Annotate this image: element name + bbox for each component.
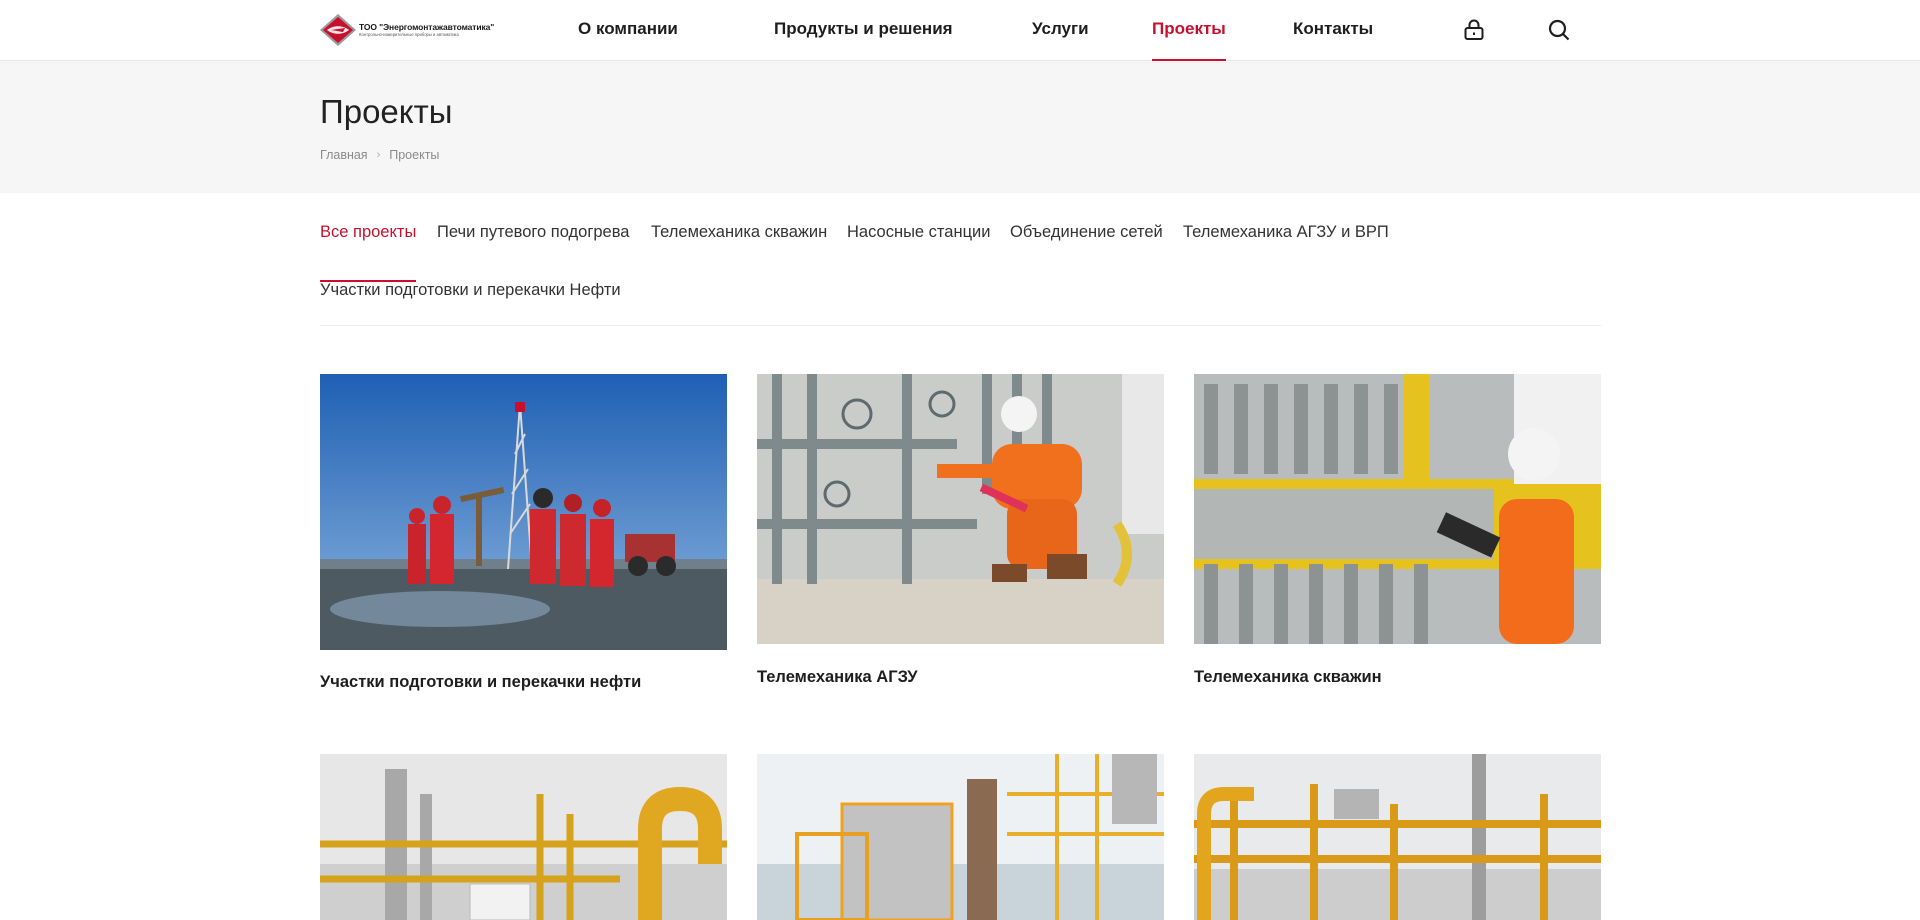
- project-title[interactable]: Телемеханика АГЗУ: [757, 668, 1164, 687]
- breadcrumb-home[interactable]: Главная: [320, 148, 368, 162]
- chevron-right-icon: ›: [376, 149, 381, 161]
- project-title[interactable]: Участки подготовки и перекачки нефти: [320, 673, 727, 692]
- nav-projects[interactable]: Проекты: [1152, 19, 1226, 61]
- filter-well-telemetry[interactable]: Телемеханика скважин: [651, 223, 827, 259]
- offshore-platform-photo[interactable]: [757, 754, 1164, 920]
- nav-services[interactable]: Услуги: [1032, 19, 1089, 61]
- filter-network-merge[interactable]: Объединение сетей: [1010, 223, 1163, 259]
- logo-tagline: Контрольно-измерительные приборы и автом…: [359, 32, 459, 38]
- gas-plant-photo[interactable]: [1194, 754, 1601, 920]
- nav-products[interactable]: Продукты и решения: [774, 19, 953, 61]
- project-card[interactable]: [757, 754, 1164, 920]
- lock-icon[interactable]: [1460, 16, 1488, 44]
- project-card[interactable]: [320, 754, 727, 920]
- filter-pump-stations[interactable]: Насосные станции: [847, 223, 990, 259]
- divider: [320, 325, 1601, 326]
- logo-company-name: ТОО "Энергомонтажавтоматика": [359, 21, 495, 32]
- refinery-yellow-pipes-photo[interactable]: [320, 754, 727, 920]
- engineer-panel-photo[interactable]: [1194, 374, 1601, 644]
- site-header: ТОО "Энергомонтажавтоматика" Контрольно-…: [0, 0, 1920, 61]
- company-logo[interactable]: ТОО "Энергомонтажавтоматика" Контрольно-…: [319, 13, 495, 47]
- project-card[interactable]: [1194, 754, 1601, 920]
- search-icon[interactable]: [1545, 16, 1573, 44]
- nav-about[interactable]: О компании: [578, 19, 678, 61]
- filter-oil-treatment[interactable]: Участки подготовки и перекачки Нефти: [320, 281, 621, 317]
- filter-all-projects[interactable]: Все проекты: [320, 223, 417, 282]
- nav-contacts[interactable]: Контакты: [1293, 19, 1373, 61]
- oilfield-workers-photo[interactable]: [320, 374, 727, 650]
- filter-heaters[interactable]: Печи путевого подогрева: [437, 223, 629, 259]
- page-header-band: [0, 62, 1920, 193]
- engineer-valves-photo[interactable]: [757, 374, 1164, 644]
- page-title: Проекты: [320, 93, 453, 130]
- project-card[interactable]: Телемеханика АГЗУ: [757, 374, 1164, 687]
- project-card[interactable]: Телемеханика скважин: [1194, 374, 1601, 687]
- filter-agzu-telemetry[interactable]: Телемеханика АГЗУ и ВРП: [1183, 223, 1389, 259]
- breadcrumb-current: Проекты: [389, 148, 440, 162]
- project-card[interactable]: Участки подготовки и перекачки нефти: [320, 374, 727, 692]
- logo-diamond-icon: [319, 13, 357, 47]
- breadcrumb: Главная › Проекты: [320, 148, 439, 162]
- project-title[interactable]: Телемеханика скважин: [1194, 668, 1601, 687]
